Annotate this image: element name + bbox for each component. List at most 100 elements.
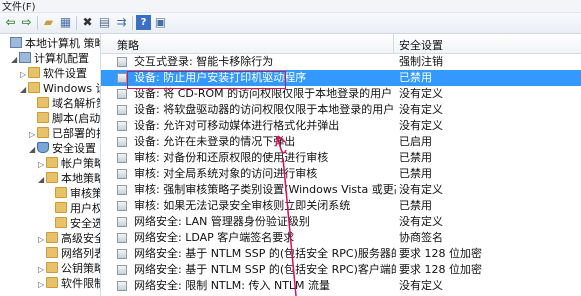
policy-name: 网络安全: 限制 NTLM: 传入 NTLM 流量	[134, 279, 331, 292]
folder-icon	[46, 262, 58, 273]
expand-toggle-icon[interactable]: ◢	[11, 52, 19, 68]
policy-row[interactable]: 交互式登录: 智能卡移除行为 强制注销	[101, 54, 581, 70]
expand-toggle-icon[interactable]: ◢	[38, 172, 46, 188]
tree-item[interactable]: ▷已部署的打印机	[29, 126, 100, 142]
folder-icon	[55, 187, 67, 198]
help-icon[interactable]: ?	[136, 15, 151, 30]
tree-item[interactable]: ◢ 本地策略	[38, 171, 101, 188]
tree-item-label: 计算机配置	[34, 52, 89, 65]
column-header-setting[interactable]: 安全设置	[399, 37, 443, 53]
policy-name: 审核: 如果无法记录安全审核则立即关闭系统	[134, 199, 351, 212]
policy-name: 设备: 将软盘驱动器的访问权限仅限于本地登录的用户	[134, 103, 395, 116]
folder-icon	[55, 217, 67, 228]
folder-icon	[46, 232, 58, 243]
forward-arrow-icon[interactable]: ⇨	[19, 15, 34, 30]
toolbar: ⇦ ⇨ ▰ ▦ ✖ ▤ ⇉ ? ▣	[0, 13, 581, 34]
tree-item[interactable]: ▷ 软件设置	[20, 66, 87, 82]
policy-row[interactable]: 审核: 对备份和还原权限的使用进行审核 已禁用	[101, 150, 581, 166]
policy-name: 网络安全: 基于 NTLM SSP 的(包括安全 RPC)客户端的最小...	[134, 263, 396, 276]
security-setting-value: 没有定义	[399, 215, 443, 228]
security-setting-value: 协商签名	[399, 231, 443, 244]
policy-icon	[117, 185, 127, 195]
policy-row[interactable]: 网络安全: 基于 NTLM SSP 的(包括安全 RPC)客户端的最小...要求…	[101, 262, 581, 278]
policy-row[interactable]: 审核: 如果无法记录安全审核则立即关闭系统 已禁用	[101, 198, 581, 214]
tree-item[interactable]: ▷ 帐户策略	[38, 156, 101, 172]
column-header-policy[interactable]: 策略	[117, 37, 139, 53]
refresh-icon[interactable]: ⇉	[114, 15, 129, 30]
policy-row[interactable]: 设备: 将 CD-ROM 的访问权限仅限于本地登录的用户 没有定义	[101, 86, 581, 102]
policy-icon	[117, 121, 127, 131]
policy-name: 设备: 允许在未登录的情况下弹出	[134, 135, 296, 148]
policy-row[interactable]: 设备: 将软盘驱动器的访问权限仅限于本地登录的用户 没有定义	[101, 102, 581, 118]
policy-icon	[117, 89, 127, 99]
security-setting-value: 要求 128 位加密	[399, 247, 482, 260]
security-setting-value: 已启用	[399, 135, 432, 148]
tree-item[interactable]: 网络列表管理器策略	[38, 246, 101, 262]
policy-icon	[117, 137, 127, 147]
policy-name: 网络安全: LDAP 客户端签名要求	[134, 231, 295, 244]
tree-item[interactable]: 用户权限分配	[47, 201, 100, 217]
security-setting-value: 没有定义	[399, 279, 443, 292]
policy-icon	[117, 105, 127, 115]
tree-item[interactable]: 本地计算机 策略	[2, 36, 100, 52]
back-arrow-icon[interactable]: ⇦	[3, 15, 18, 30]
folder-icon	[37, 112, 49, 123]
tree-item[interactable]: ◢ 计算机配置	[11, 51, 89, 67]
tree-item[interactable]: ▷高级安全 Windows 防火墙	[38, 231, 100, 247]
menu-bar: 文件(F)	[0, 0, 581, 13]
tree-item-label: 网络列表管理器策略	[61, 247, 101, 260]
tree-item[interactable]: 审核策略	[47, 186, 100, 202]
policy-icon	[117, 217, 127, 227]
policy-name: 交互式登录: 智能卡移除行为	[134, 55, 274, 68]
show-hide-tree-icon[interactable]: ▦	[58, 15, 73, 30]
folder-icon	[46, 172, 58, 183]
policy-row[interactable]: 设备: 允许在未登录的情况下弹出 已启用	[101, 134, 581, 150]
tree-item[interactable]: 域名解析策略	[29, 96, 100, 112]
tree-item[interactable]: 脚本(启动/关机)	[29, 111, 100, 127]
tree-pane: 本地计算机 策略◢计算机配置▷软件设置◢Windows 设置域名解析策略脚本(启…	[0, 34, 101, 296]
security-setting-value: 没有定义	[399, 183, 443, 196]
policy-icon	[117, 281, 127, 291]
column-divider[interactable]	[393, 34, 394, 53]
shield-icon	[37, 142, 49, 153]
policy-icon	[117, 233, 127, 243]
policy-row[interactable]: 审核: 强制审核策略子类别设置(Windows Vista 或更高版本)没有定义	[101, 182, 581, 198]
policy-row[interactable]: 网络安全: 限制 NTLM: 传入 NTLM 流量 没有定义	[101, 278, 581, 294]
policy-name: 审核: 对备份和还原权限的使用进行审核	[134, 151, 329, 164]
policy-icon	[117, 153, 127, 163]
tree-item[interactable]: ◢ Windows 设置	[20, 81, 100, 98]
security-setting-value: 没有定义	[399, 103, 443, 116]
tree-item-label: 审核策略	[70, 187, 100, 200]
policy-row[interactable]: 网络安全: LAN 管理器身份验证级别 没有定义	[101, 214, 581, 230]
policy-icon	[117, 249, 127, 259]
folder-icon	[46, 157, 58, 168]
policy-row[interactable]: 设备: 防止用户安装打印机驱动程序 已禁用	[101, 70, 581, 86]
policy-row[interactable]: 审核: 对全局系统对象的访问进行审核 已禁用	[101, 166, 581, 182]
console-icon[interactable]: ▣	[153, 15, 168, 30]
expand-toggle-icon[interactable]: ▷	[38, 277, 46, 293]
properties-icon[interactable]: ▤	[97, 15, 112, 30]
expand-toggle-icon[interactable]: ◢	[29, 142, 37, 158]
folder-icon	[46, 247, 58, 258]
tree-item[interactable]: 安全选项	[47, 216, 100, 232]
tree-item-label: 公钥策略	[61, 262, 101, 275]
menu-file[interactable]: 文件(F)	[2, 2, 36, 12]
tree-item[interactable]: ▷ 软件限制策略	[38, 276, 100, 293]
policy-icon	[117, 73, 127, 83]
tree-item-label: 本地策略	[61, 172, 101, 185]
security-setting-value: 已禁用	[399, 199, 432, 212]
delete-icon[interactable]: ✖	[80, 15, 95, 30]
tree-item[interactable]: ◢ 安全设置	[29, 141, 96, 157]
security-setting-value: 已禁用	[399, 151, 432, 164]
security-setting-value: 没有定义	[399, 87, 443, 100]
policy-row[interactable]: 网络安全: 基于 NTLM SSP 的(包括安全 RPC)服务器的最小...要求…	[101, 246, 581, 262]
folder-icon	[28, 82, 40, 93]
policy-name: 审核: 强制审核策略子类别设置(Windows Vista 或更高版本)	[134, 183, 396, 196]
policy-row[interactable]: 网络安全: LDAP 客户端签名要求 协商签名	[101, 230, 581, 246]
expand-toggle-icon[interactable]: ◢	[20, 82, 28, 98]
security-setting-value: 要求 128 位加密	[399, 263, 482, 276]
tree-item-label: 帐户策略	[61, 157, 101, 170]
policy-row[interactable]: 设备: 允许对可移动媒体进行格式化并弹出 没有定义	[101, 118, 581, 134]
up-folder-icon[interactable]: ▰	[41, 15, 56, 30]
tree-item[interactable]: ▷ 公钥策略	[38, 261, 101, 277]
